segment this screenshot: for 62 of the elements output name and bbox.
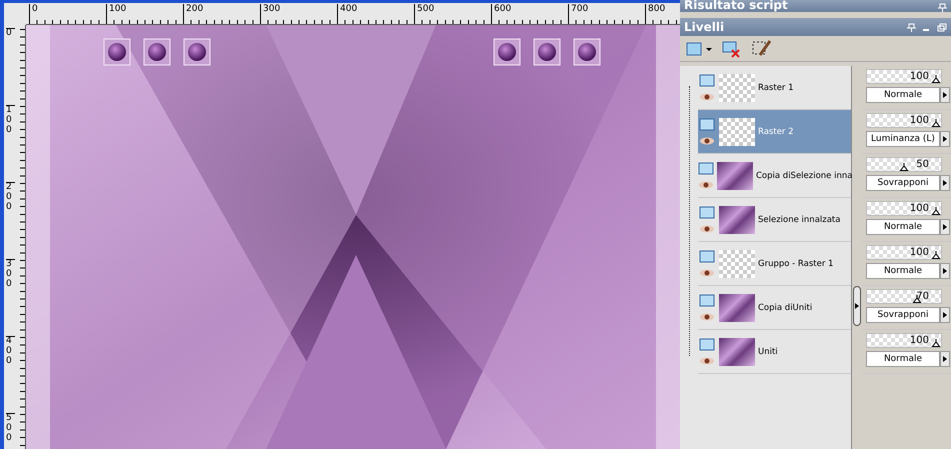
layer-icon — [699, 206, 715, 219]
delete-layer-icon[interactable] — [722, 40, 742, 58]
layer-thumbnail — [719, 250, 755, 278]
splitter-handle[interactable] — [853, 286, 861, 326]
layer-name: Raster 2 — [758, 126, 794, 136]
layer-row[interactable]: Copia diUniti — [698, 286, 851, 330]
eye-icon[interactable] — [698, 181, 714, 189]
layer-row[interactable]: Copia diSelezione inna — [698, 154, 851, 198]
layer-icon — [699, 294, 715, 307]
layer-thumbnail — [719, 294, 755, 322]
caret-icon — [941, 355, 949, 363]
layer-name: Selezione innalzata — [758, 214, 840, 224]
layer-name: Copia diUniti — [758, 302, 812, 312]
caret-icon — [941, 311, 949, 319]
opacity-field[interactable]: 100 — [866, 245, 942, 260]
opacity-field[interactable]: 100 — [866, 69, 942, 84]
layer-name: Copia diSelezione inna — [756, 170, 852, 180]
eye-icon[interactable] — [699, 137, 715, 145]
caret-icon — [941, 223, 949, 231]
selection-brush-icon[interactable] — [752, 40, 772, 58]
layer-name: Uniti — [758, 346, 778, 356]
layer-thumbnail — [719, 118, 755, 146]
eye-icon[interactable] — [699, 269, 715, 277]
opacity-field[interactable]: 100 — [866, 333, 942, 348]
caret-icon — [941, 179, 949, 187]
caret-icon — [941, 91, 949, 99]
eye-icon[interactable] — [699, 357, 715, 365]
layer-name: Raster 1 — [758, 82, 794, 92]
layer-icon — [698, 162, 714, 175]
new-layer-icon[interactable] — [686, 40, 712, 58]
opacity-marker[interactable] — [932, 251, 940, 259]
layer-row[interactable]: Gruppo - Raster 1 — [698, 242, 851, 286]
caret-icon — [941, 135, 949, 143]
restore-icon[interactable] — [937, 22, 947, 32]
opacity-marker[interactable] — [932, 119, 940, 127]
eye-icon[interactable] — [699, 313, 715, 321]
layer-row[interactable]: Uniti — [698, 330, 851, 374]
opacity-field[interactable]: 100 — [866, 113, 942, 128]
eye-icon[interactable] — [699, 93, 715, 101]
opacity-marker[interactable] — [932, 339, 940, 347]
opacity-marker[interactable] — [932, 207, 940, 215]
layer-icon — [699, 338, 715, 351]
layer-name: Gruppo - Raster 1 — [758, 258, 834, 268]
layer-icon — [699, 74, 715, 87]
opacity-field[interactable]: 50 — [866, 157, 942, 172]
layer-thumbnail — [717, 162, 753, 190]
pin-icon[interactable] — [907, 22, 916, 32]
layer-thumbnail — [719, 206, 755, 234]
opacity-marker[interactable] — [932, 75, 940, 83]
caret-icon — [941, 267, 949, 275]
panel-title: Risultato script — [684, 0, 788, 12]
layer-row[interactable]: Raster 1 — [698, 66, 851, 110]
panel-title: Livelli — [684, 20, 724, 34]
opacity-marker[interactable] — [899, 163, 908, 171]
opacity-field[interactable]: 100 — [866, 201, 942, 216]
layer-icon — [699, 250, 715, 263]
layer-thumbnail — [719, 74, 755, 102]
layer-thumbnail — [719, 338, 755, 366]
layer-row[interactable]: Selezione innalzata — [698, 198, 851, 242]
layer-icon — [699, 118, 715, 131]
pin-icon[interactable] — [938, 3, 947, 12]
eye-icon[interactable] — [699, 225, 715, 233]
